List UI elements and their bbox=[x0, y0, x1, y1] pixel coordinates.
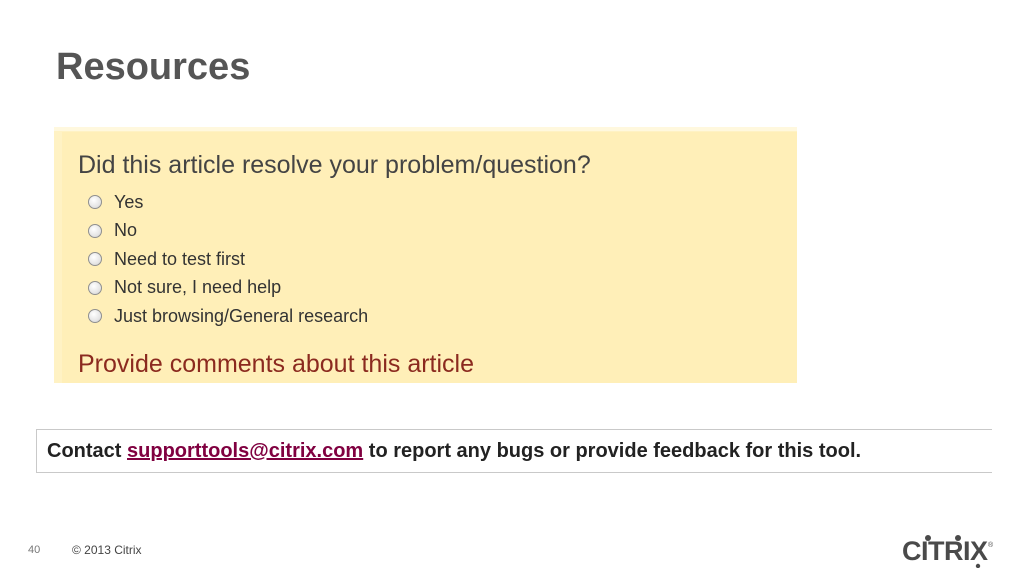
option-label: Just browsing/General research bbox=[114, 305, 369, 326]
slide-title: Resources bbox=[56, 46, 251, 88]
copyright: © 2013 Citrix bbox=[72, 543, 142, 557]
option-yes[interactable]: Yes bbox=[88, 188, 368, 217]
survey-question: Did this article resolve your problem/qu… bbox=[78, 151, 591, 179]
option-label: Yes bbox=[114, 191, 144, 212]
option-label: Not sure, I need help bbox=[114, 277, 282, 298]
option-label: Need to test first bbox=[114, 248, 246, 269]
radio-button[interactable] bbox=[88, 252, 102, 267]
contact-suffix: to report any bugs or provide feedback f… bbox=[368, 440, 862, 462]
option-no[interactable]: No bbox=[88, 217, 368, 246]
page-number: 40 bbox=[28, 544, 41, 556]
support-email-link[interactable]: supporttools@citrix.com bbox=[127, 440, 363, 462]
option-need-to-test[interactable]: Need to test first bbox=[88, 245, 368, 274]
svg-text:®: ® bbox=[988, 541, 994, 549]
option-label: No bbox=[114, 220, 138, 241]
citrix-logo: CITRIX ® bbox=[902, 535, 994, 568]
svg-text:CITRIX: CITRIX bbox=[902, 536, 988, 566]
contact-prefix: Contact bbox=[47, 440, 122, 462]
option-not-sure[interactable]: Not sure, I need help bbox=[88, 274, 368, 303]
comments-heading: Provide comments about this article bbox=[78, 350, 475, 378]
option-just-browsing[interactable]: Just browsing/General research bbox=[88, 302, 368, 331]
radio-button[interactable] bbox=[88, 223, 102, 238]
radio-button[interactable] bbox=[88, 280, 102, 295]
survey-panel: Did this article resolve your problem/qu… bbox=[62, 132, 797, 383]
feedback-survey-screenshot: Did this article resolve your problem/qu… bbox=[54, 127, 797, 383]
contact-text: Contact supporttools@citrix.com to repor… bbox=[47, 440, 861, 463]
radio-button[interactable] bbox=[88, 195, 102, 210]
survey-options: Yes No Need to test first Not sure, I ne… bbox=[88, 188, 368, 331]
radio-button[interactable] bbox=[88, 309, 102, 324]
contact-banner: Contact supporttools@citrix.com to repor… bbox=[36, 429, 992, 473]
